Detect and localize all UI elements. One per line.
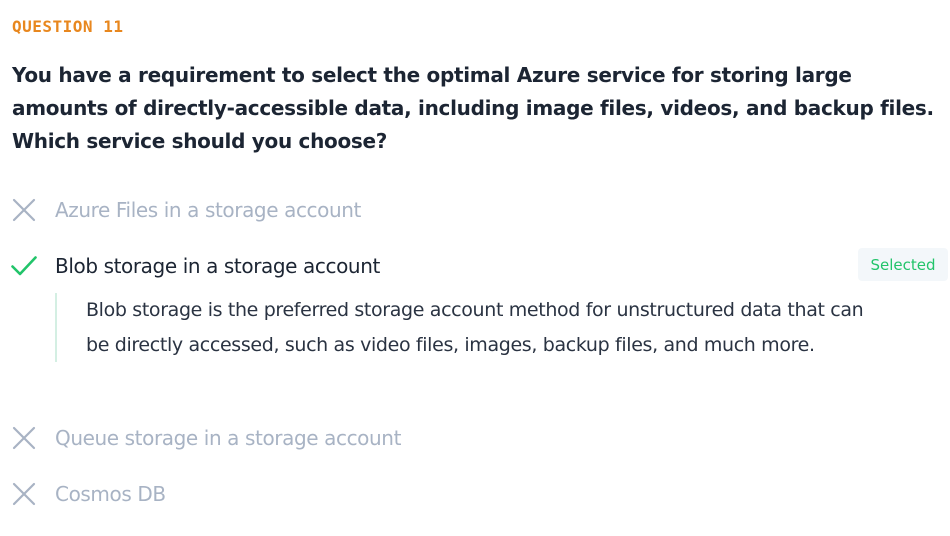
answer-option-azure-files[interactable]: Azure Files in a storage account xyxy=(0,192,950,228)
answer-option-label: Blob storage in a storage account xyxy=(55,254,380,278)
x-icon xyxy=(10,424,38,452)
question-text: You have a requirement to select the opt… xyxy=(12,63,934,153)
x-icon xyxy=(10,196,38,224)
answer-option-blob-storage[interactable]: Blob storage in a storage account xyxy=(0,248,950,284)
answer-option-cosmos-db[interactable]: Cosmos DB xyxy=(0,476,950,512)
answer-option-queue-storage[interactable]: Queue storage in a storage account xyxy=(0,420,950,456)
answer-option-label: Azure Files in a storage account xyxy=(55,198,361,222)
answer-option-label: Cosmos DB xyxy=(55,482,166,506)
answer-option-label: Queue storage in a storage account xyxy=(55,426,402,450)
x-icon xyxy=(10,480,38,508)
selected-badge: Selected xyxy=(858,248,948,281)
checkmark-icon xyxy=(10,252,38,280)
question-number: QUESTION 11 xyxy=(12,17,124,36)
answer-explanation: Blob storage is the preferred storage ac… xyxy=(55,293,866,362)
